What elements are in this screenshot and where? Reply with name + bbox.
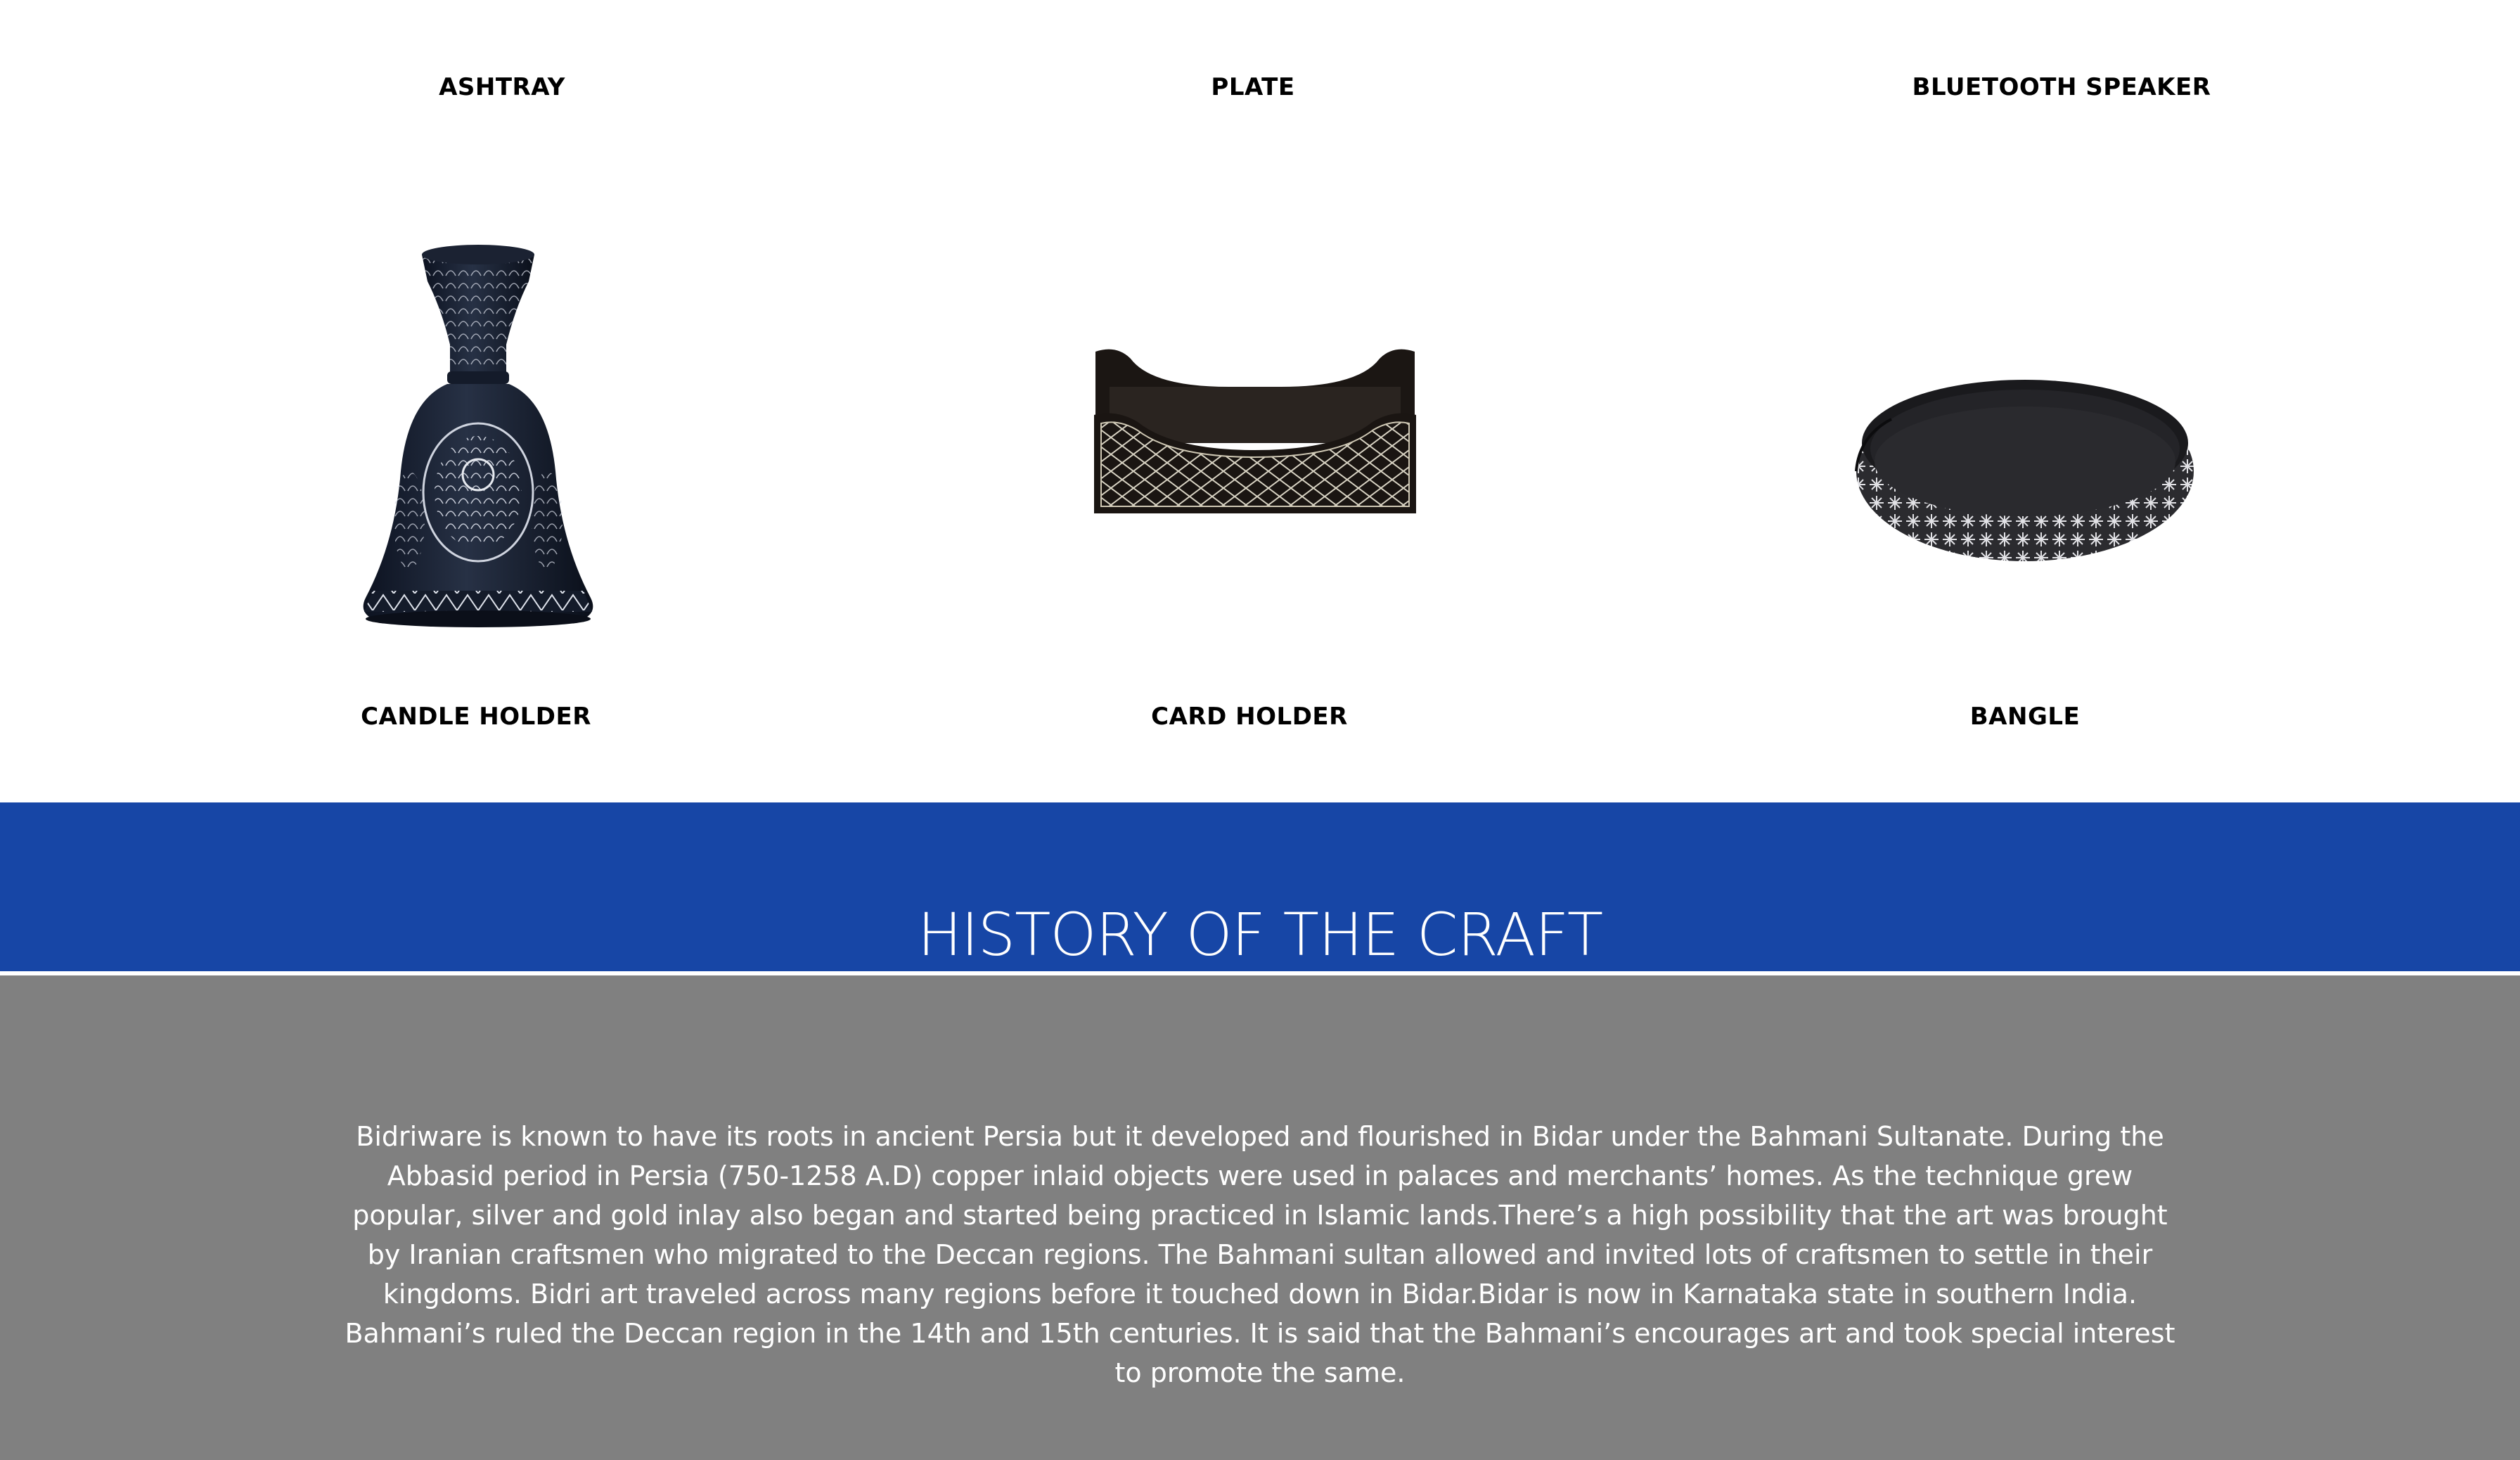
history-title: HISTORY OF THE CRAFT bbox=[917, 899, 1603, 969]
products-section: ASHTRAY PLATE BLUETOOTH SPEAKER CANDLE H… bbox=[0, 0, 2520, 802]
product-label-bangle[interactable]: BANGLE bbox=[1970, 703, 2080, 731]
card-holder-icon bbox=[1094, 349, 1416, 513]
bangle-icon bbox=[1855, 380, 2194, 561]
card-holder-image[interactable] bbox=[1088, 345, 1422, 520]
product-label-ashtray[interactable]: ASHTRAY bbox=[439, 73, 565, 101]
history-paragraph: Bidriware is known to have its roots in … bbox=[345, 1121, 2175, 1388]
candle-holder-icon bbox=[363, 245, 593, 627]
product-label-bluetooth-speaker[interactable]: BLUETOOTH SPEAKER bbox=[1912, 73, 2211, 101]
candle-holder-image[interactable] bbox=[330, 239, 626, 647]
product-label-card-holder[interactable]: CARD HOLDER bbox=[1151, 703, 1348, 731]
product-label-plate[interactable]: PLATE bbox=[1211, 73, 1294, 101]
product-label-candle-holder[interactable]: CANDLE HOLDER bbox=[361, 703, 591, 731]
bangle-image[interactable] bbox=[1849, 366, 2201, 563]
